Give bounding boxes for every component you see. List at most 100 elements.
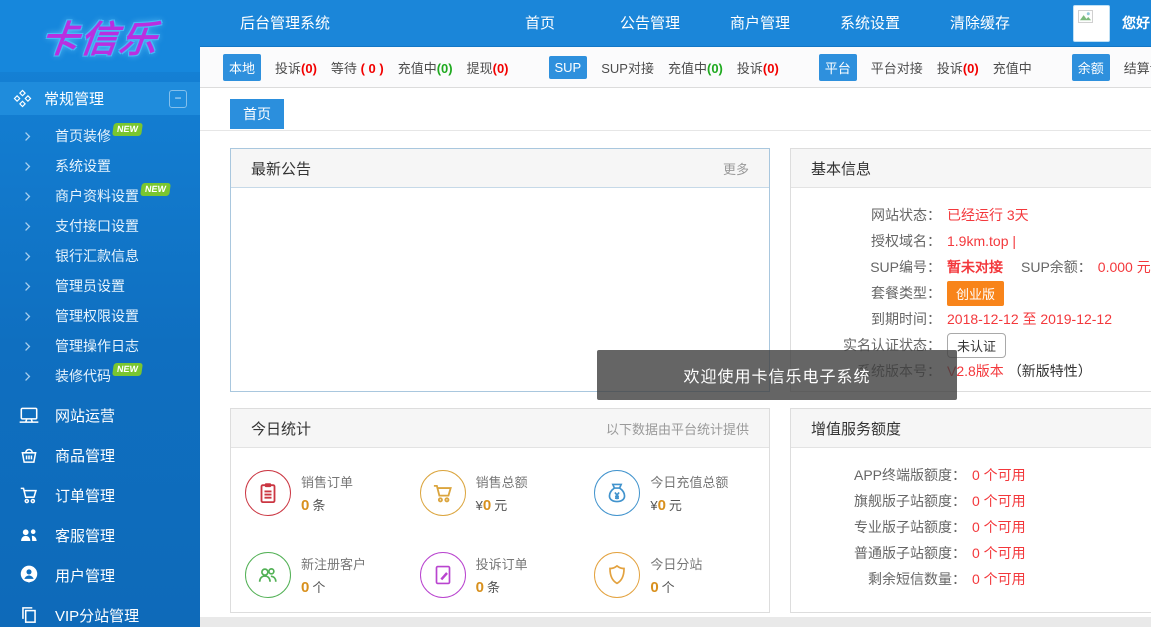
panel-title: 最新公告 <box>251 158 311 179</box>
stat-sales-orders: 销售订单 0条 <box>245 452 420 534</box>
sidebar-item-vip-subsite[interactable]: VIP分站管理 <box>0 595 200 627</box>
diamonds-icon <box>13 89 32 108</box>
sidebar-sub-items: 首页装修 NEW 系统设置 商户资料设置 NEW 支付接口设置 银行汇款信息 <box>0 115 200 395</box>
status-item[interactable]: 充值中(0) <box>668 58 723 77</box>
new-badge: NEW <box>112 123 143 136</box>
status-badge-balance[interactable]: 余额 <box>1072 54 1110 81</box>
copies-icon <box>18 604 40 626</box>
users-icon <box>255 562 281 588</box>
sidebar-section-label: 常规管理 <box>44 88 104 109</box>
stat-today-subsites: 今日分站 0个 <box>594 534 769 616</box>
status-bar: 本地 投诉(0) 等待 ( 0 ) 充值中(0) 提现(0) SUP SUP对接… <box>200 47 1151 88</box>
version-features-link[interactable]: （新版特性） <box>1008 361 1092 381</box>
today-stats-panel: 今日统计 以下数据由平台统计提供 销售订单 0条 <box>230 408 770 613</box>
nav-item-clear-cache[interactable]: 清除缓存 <box>925 0 1035 47</box>
more-link[interactable]: 更多 <box>723 159 749 178</box>
monitor-icon <box>18 404 40 426</box>
breadcrumb-tab-home[interactable]: 首页 <box>230 99 284 129</box>
status-group-balance: 余额 结算记 <box>1072 54 1151 81</box>
avatar[interactable] <box>1073 5 1110 42</box>
welcome-toast: 欢迎使用卡信乐电子系统 <box>597 350 957 400</box>
status-item[interactable]: 充值中 <box>993 58 1032 77</box>
logo[interactable]: 卡信乐 <box>0 0 200 72</box>
plan-badge[interactable]: 创业版 <box>947 281 1004 306</box>
chevron-right-icon <box>21 220 34 233</box>
user-greeting[interactable]: 您好 <box>1122 0 1150 47</box>
status-item[interactable]: SUP对接 <box>601 58 654 77</box>
chevron-right-icon <box>21 280 34 293</box>
service-row: 旗舰版子站额度： 0 个可用 <box>791 488 1151 514</box>
app-window: 卡信乐 常规管理 − 首页装修 NEW 系统设置 商户资料设置 NEW <box>0 0 1151 627</box>
status-item[interactable]: 投诉(0) <box>937 58 979 77</box>
chevron-right-icon <box>21 130 34 143</box>
nav-item-home[interactable]: 首页 <box>485 0 595 47</box>
chevron-right-icon <box>21 190 34 203</box>
panel-title: 基本信息 <box>811 158 871 179</box>
sidebar-item-home-decorate[interactable]: 首页装修 NEW <box>0 121 200 151</box>
info-row-site-status: 网站状态： 已经运行 3天 <box>791 202 1151 228</box>
stat-new-customers: 新注册客户 0个 <box>245 534 420 616</box>
sidebar-item-order-mgmt[interactable]: 订单管理 <box>0 475 200 515</box>
nav-item-settings[interactable]: 系统设置 <box>815 0 925 47</box>
complaint-doc-icon <box>430 562 456 588</box>
nav-item-merchants[interactable]: 商户管理 <box>705 0 815 47</box>
info-row-sup: SUP编号： 暂未对接 SUP余额： 0.000 元 <box>791 254 1151 280</box>
status-item[interactable]: 结算记 <box>1124 58 1151 77</box>
page-background <box>200 617 1151 627</box>
status-item[interactable]: 投诉(0) <box>737 58 779 77</box>
user-icon <box>18 564 40 586</box>
sidebar-item-site-operation[interactable]: 网站运营 <box>0 395 200 435</box>
sidebar-item-payment-api[interactable]: 支付接口设置 <box>0 211 200 241</box>
new-badge: NEW <box>112 363 143 376</box>
stat-complaint-orders: 投诉订单 0条 <box>420 534 595 616</box>
stats-grid: 销售订单 0条 销售总额 ¥0元 <box>231 448 769 616</box>
services-body: APP终端版额度： 0 个可用 旗舰版子站额度： 0 个可用 专业版子站额度： … <box>791 448 1151 592</box>
status-group-local: 本地 投诉(0) 等待 ( 0 ) 充值中(0) 提现(0) <box>223 54 509 81</box>
panel-title: 增值服务额度 <box>811 418 901 439</box>
stat-today-recharge: 今日充值总额 ¥0元 <box>594 452 769 534</box>
chevron-right-icon <box>21 160 34 173</box>
info-row-domain: 授权域名： 1.9km.top | <box>791 228 1151 254</box>
info-row-plan: 套餐类型： 创业版 <box>791 280 1151 306</box>
status-badge-platform[interactable]: 平台 <box>819 54 857 81</box>
announcements-header: 最新公告 更多 <box>231 149 769 188</box>
chevron-right-icon <box>21 370 34 383</box>
sidebar-section-general[interactable]: 常规管理 − <box>0 82 200 115</box>
cart-icon <box>430 480 456 506</box>
chevron-right-icon <box>21 340 34 353</box>
services-header: 增值服务额度 <box>791 409 1151 448</box>
nav-item-announcements[interactable]: 公告管理 <box>595 0 705 47</box>
collapse-icon[interactable]: − <box>169 90 187 108</box>
sidebar-item-admin-logs[interactable]: 管理操作日志 <box>0 331 200 361</box>
status-badge-sup[interactable]: SUP <box>549 56 588 79</box>
chevron-right-icon <box>21 250 34 263</box>
info-row-expire: 到期时间： 2018-12-12 至 2019-12-12 <box>791 306 1151 332</box>
service-row: 专业版子站额度： 0 个可用 <box>791 514 1151 540</box>
sidebar-item-product-mgmt[interactable]: 商品管理 <box>0 435 200 475</box>
status-item[interactable]: 投诉(0) <box>275 58 317 77</box>
status-badge-local[interactable]: 本地 <box>223 54 261 81</box>
status-item[interactable]: 提现(0) <box>467 58 509 77</box>
clipboard-icon <box>255 480 281 506</box>
sidebar-item-service-mgmt[interactable]: 客服管理 <box>0 515 200 555</box>
sidebar-item-system-settings[interactable]: 系统设置 <box>0 151 200 181</box>
status-group-sup: SUP SUP对接 充值中(0) 投诉(0) <box>549 56 779 79</box>
panel-title: 今日统计 <box>251 418 311 439</box>
basic-info-header: 基本信息 <box>791 149 1151 188</box>
services-panel: 增值服务额度 APP终端版额度： 0 个可用 旗舰版子站额度： 0 个可用 专业… <box>790 408 1151 613</box>
cart-icon <box>18 484 40 506</box>
divider <box>200 130 1151 131</box>
sidebar-item-admin-permissions[interactable]: 管理权限设置 <box>0 301 200 331</box>
sidebar-item-decorate-code[interactable]: 装修代码 NEW <box>0 361 200 391</box>
sidebar-item-user-mgmt[interactable]: 用户管理 <box>0 555 200 595</box>
sidebar-item-merchant-info[interactable]: 商户资料设置 NEW <box>0 181 200 211</box>
status-item[interactable]: 等待 ( 0 ) <box>331 58 384 77</box>
service-row: 普通版子站额度： 0 个可用 <box>791 540 1151 566</box>
shop-icon <box>18 444 40 466</box>
sidebar-item-bank-transfer[interactable]: 银行汇款信息 <box>0 241 200 271</box>
sidebar-item-admin-settings[interactable]: 管理员设置 <box>0 271 200 301</box>
status-item[interactable]: 平台对接 <box>871 58 923 77</box>
status-item[interactable]: 充值中(0) <box>398 58 453 77</box>
today-stats-header: 今日统计 以下数据由平台统计提供 <box>231 409 769 448</box>
service-row: 剩余短信数量： 0 个可用 <box>791 566 1151 592</box>
